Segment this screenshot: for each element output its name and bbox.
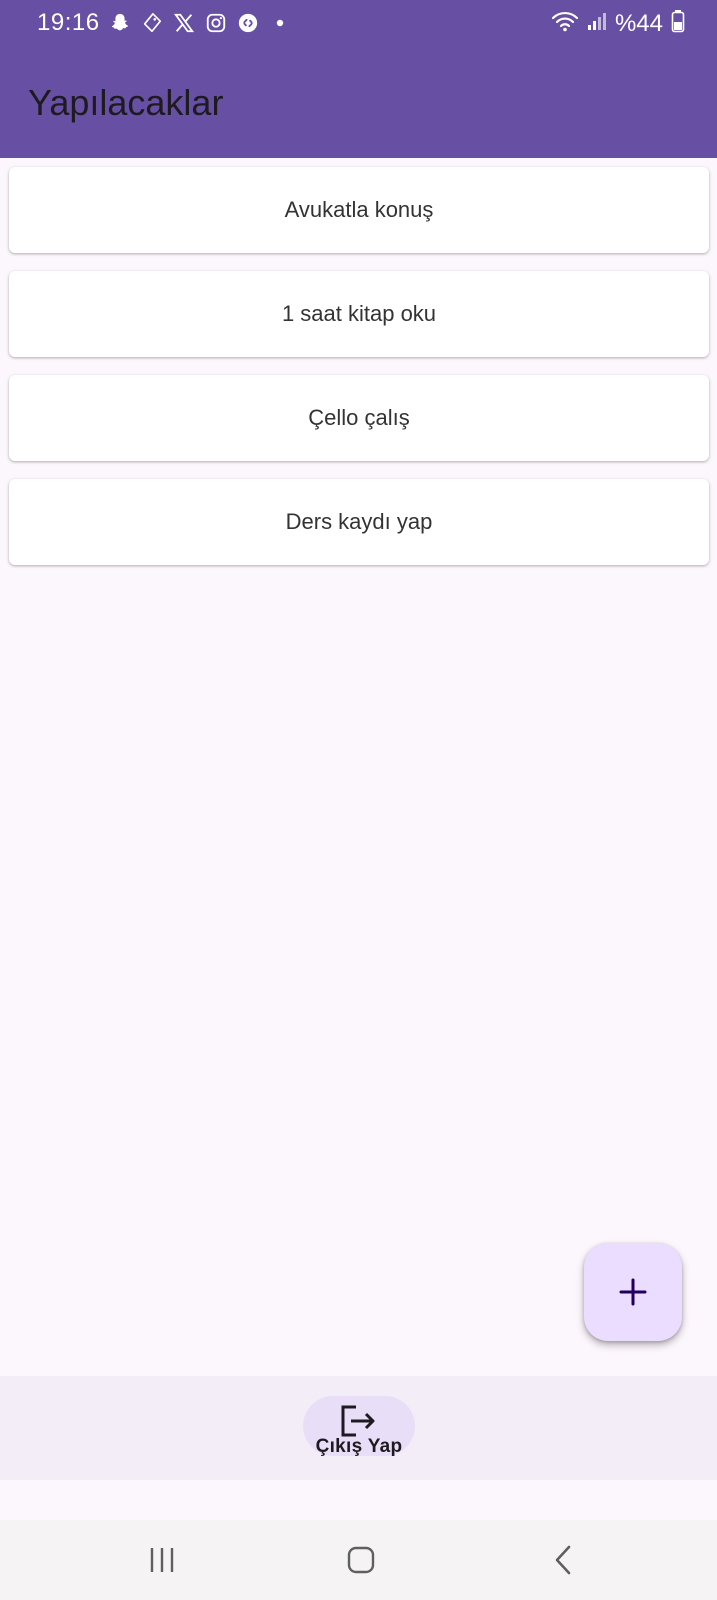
battery-level: %44 — [614, 9, 663, 37]
logout-label: Çıkış Yap — [315, 1436, 403, 1457]
bottom-navigation: Çıkış Yap — [0, 1376, 717, 1480]
system-status: %44 — [551, 9, 685, 38]
snapchat-icon — [108, 11, 132, 35]
task-item[interactable]: Çello çalış — [9, 375, 709, 461]
status-bar: 19:16 %44 — [0, 0, 717, 46]
logout-icon — [341, 1405, 375, 1437]
back-icon — [555, 1545, 571, 1575]
signal-icon — [587, 10, 607, 37]
status-time: 19:16 — [37, 9, 100, 36]
task-list: Avukatla konuş 1 saat kitap oku Çello ça… — [9, 167, 709, 583]
home-icon — [347, 1546, 375, 1574]
instagram-icon — [204, 11, 228, 35]
task-item[interactable]: Avukatla konuş — [9, 167, 709, 253]
shazam-icon — [236, 11, 260, 35]
task-item[interactable]: Ders kaydı yap — [9, 479, 709, 565]
logout-button[interactable]: Çıkış Yap — [303, 1396, 415, 1457]
tag-icon — [140, 11, 164, 35]
add-task-button[interactable] — [584, 1243, 682, 1341]
task-item[interactable]: 1 saat kitap oku — [9, 271, 709, 357]
home-button[interactable] — [336, 1538, 386, 1582]
x-icon — [172, 11, 196, 35]
recent-apps-icon — [150, 1548, 174, 1572]
battery-icon — [671, 9, 685, 38]
wifi-icon — [551, 10, 579, 37]
top-app-bar: Yapılacaklar — [0, 46, 717, 158]
system-navigation-bar — [0, 1520, 717, 1600]
recent-apps-button[interactable] — [137, 1538, 187, 1582]
notification-icons — [108, 11, 292, 35]
page-title: Yapılacaklar — [28, 82, 224, 123]
dot-icon — [268, 11, 292, 35]
plus-icon — [619, 1278, 647, 1306]
back-button[interactable] — [538, 1538, 588, 1582]
